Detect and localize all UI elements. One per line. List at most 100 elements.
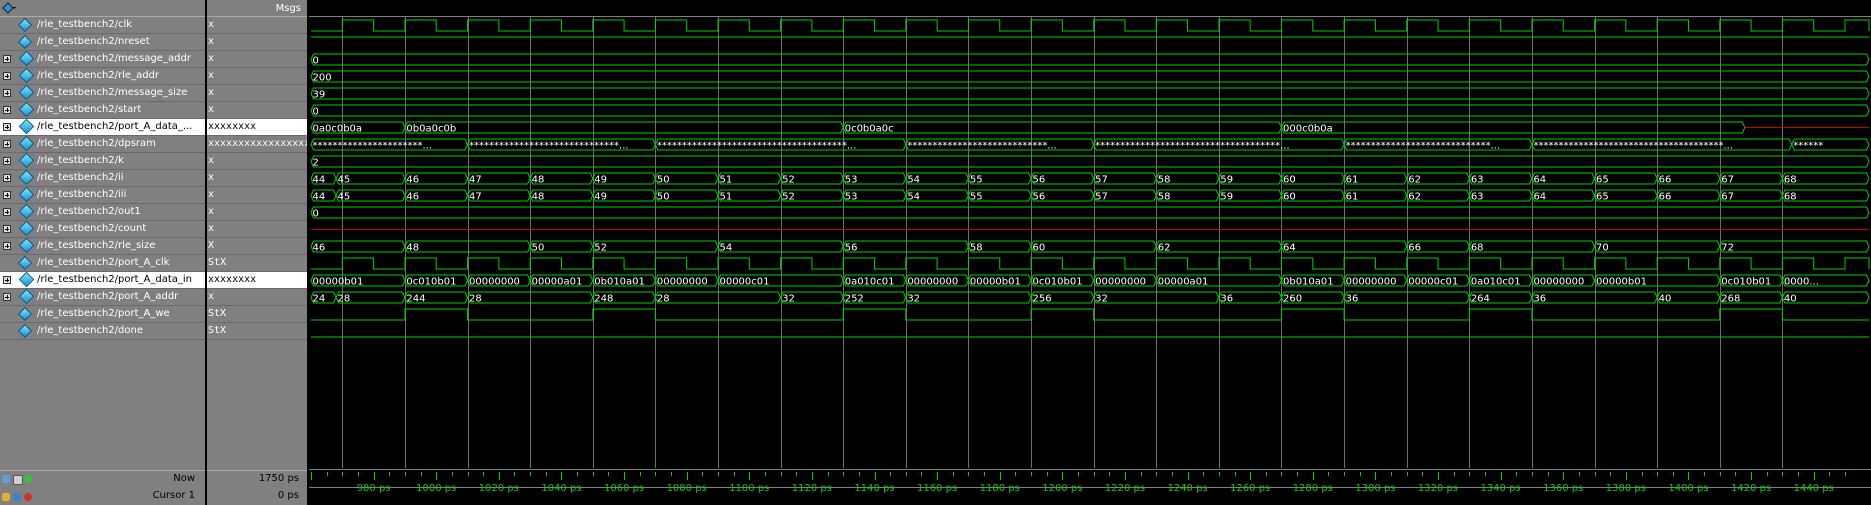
bus-value-label: 00000000 (469, 277, 520, 288)
signal-name-row[interactable]: /rle_testbench2/port_A_data_in (0, 272, 205, 289)
signal-value[interactable]: x (207, 34, 307, 51)
expand-plus-icon[interactable] (3, 89, 11, 97)
expand-plus-icon[interactable] (3, 293, 11, 301)
bus-value-label: 64 (1533, 175, 1546, 186)
delete-cursor-icon[interactable] (24, 493, 32, 501)
bus-value-label: 32 (907, 294, 920, 305)
signal-value[interactable]: x (207, 85, 307, 102)
signal-name-row[interactable]: /rle_testbench2/iii (0, 187, 205, 204)
expand-plus-icon[interactable] (3, 106, 11, 114)
bus-value-label: 56 (1033, 192, 1046, 203)
expand-plus-icon[interactable] (3, 72, 11, 80)
expand-plus-icon[interactable] (3, 225, 11, 233)
bus-value-label: 00000a01 (1158, 277, 1209, 288)
bus-value-label: 59 (1220, 175, 1233, 186)
bus-value-label: 46 (406, 175, 419, 186)
bus-value-label: 50 (657, 192, 670, 203)
wave-zoom-icon[interactable] (2, 475, 10, 483)
expand-plus-icon[interactable] (3, 157, 11, 165)
expand-plus-icon[interactable] (3, 140, 11, 148)
signal-add-icon[interactable] (2, 2, 16, 14)
signal-value[interactable]: x (207, 17, 307, 34)
expand-plus-icon[interactable] (3, 174, 11, 182)
signal-name-row[interactable]: /rle_testbench2/count (0, 221, 205, 238)
signal-value[interactable]: x (207, 187, 307, 204)
signal-name-row[interactable]: /rle_testbench2/nreset (0, 34, 205, 51)
signal-name-row[interactable]: /rle_testbench2/message_addr (0, 51, 205, 68)
signal-value[interactable]: xxxxxxxx (207, 272, 307, 289)
bus-segment (1468, 240, 1596, 253)
signal-name-row[interactable]: /rle_testbench2/out1 (0, 204, 205, 221)
signal-value[interactable]: x (207, 68, 307, 85)
edit-cursor-icon[interactable] (13, 493, 21, 501)
msgs-header: Msgs (207, 0, 307, 17)
signal-name-row[interactable]: /rle_testbench2/k (0, 153, 205, 170)
signal-value[interactable]: x (207, 51, 307, 68)
signal-name-row[interactable]: /rle_testbench2/clk (0, 17, 205, 34)
timeline-label: 1220 ps (1105, 483, 1145, 494)
now-label: Now (173, 473, 195, 484)
waveform-canvas[interactable]: 0 200 39 0 0a0c0b0a 0b0a0c0b 0c0b0a0c 000c0b0a *… (309, 0, 1871, 505)
bus-value-label: 268 (1721, 294, 1740, 305)
signal-diamond-icon (17, 255, 33, 271)
expand-plus-icon[interactable] (3, 123, 11, 131)
waveform-pane[interactable]: 0 200 39 0 0a0c0b0a 0b0a0c0b 0c0b0a0c 000c0b0a *… (309, 0, 1871, 505)
signal-name-row[interactable]: /rle_testbench2/port_A_we (0, 306, 205, 323)
clock-wave (311, 257, 1870, 270)
signal-value[interactable]: x (207, 102, 307, 119)
signal-name-row[interactable]: /rle_testbench2/start (0, 102, 205, 119)
timeline-label: 1440 ps (1794, 483, 1834, 494)
bus-value-label: 260 (1283, 294, 1302, 305)
timeline-label: 1240 ps (1167, 483, 1207, 494)
bus-segment (310, 53, 1870, 66)
signal-name-row[interactable]: /rle_testbench2/message_size (0, 85, 205, 102)
bus-value-label: 00000000 (657, 277, 708, 288)
signal-diamond-icon (17, 323, 33, 339)
bus-segment (842, 240, 969, 253)
signal-diamond-icon (17, 17, 33, 33)
signal-name-row[interactable]: /rle_testbench2/port_A_addr (0, 289, 205, 306)
bus-value-label: 58 (1158, 192, 1171, 203)
signal-value[interactable]: xxxxxxxxxxxxxxxxx (207, 136, 307, 153)
signal-name-row[interactable]: /rle_testbench2/rle_addr (0, 68, 205, 85)
bus-value-label: 46 (313, 243, 326, 254)
expand-plus-icon[interactable] (3, 55, 11, 63)
expand-plus-icon[interactable] (3, 242, 11, 250)
signal-value[interactable]: x (207, 289, 307, 306)
signal-name-row[interactable]: /rle_testbench2/dpsram (0, 136, 205, 153)
signal-value[interactable]: X (207, 238, 307, 255)
signal-name-row[interactable]: /rle_testbench2/rle_size (0, 238, 205, 255)
expand-plus-icon[interactable] (3, 208, 11, 216)
signal-value[interactable]: StX (207, 255, 307, 272)
bus-value-label: 61 (1346, 175, 1359, 186)
bus-segment (1280, 121, 1746, 134)
add-cursor-icon[interactable] (24, 475, 32, 483)
wave-header-strip (309, 0, 1871, 16)
signal-name-row[interactable]: /rle_testbench2/port_A_data_... (0, 119, 205, 136)
signal-value[interactable]: x (207, 153, 307, 170)
bus-value-label: 52 (594, 243, 607, 254)
clock-wave (311, 19, 1870, 32)
signal-value[interactable]: x (207, 221, 307, 238)
signal-value[interactable]: StX (207, 323, 307, 340)
wave-list-icon[interactable] (13, 475, 23, 485)
signal-name-row[interactable]: /rle_testbench2/ii (0, 170, 205, 187)
expand-plus-icon[interactable] (3, 191, 11, 199)
bus-value-label: 68 (1784, 192, 1797, 203)
timeline-label: 1320 ps (1418, 483, 1458, 494)
timeline-label: 1360 ps (1543, 483, 1583, 494)
signal-value[interactable]: x (207, 204, 307, 221)
bus-value-label: **********************... (313, 141, 433, 152)
bus-value-label: 62 (1408, 192, 1421, 203)
bus-value-label: 0c010b01 (406, 277, 456, 288)
expand-plus-icon[interactable] (3, 276, 11, 284)
signal-name: /rle_testbench2/start (37, 104, 142, 115)
signal-value[interactable]: StX (207, 306, 307, 323)
signal-value[interactable]: x (207, 170, 307, 187)
signal-name-row[interactable]: /rle_testbench2/port_A_clk (0, 255, 205, 272)
signal-name-row[interactable]: /rle_testbench2/done (0, 323, 205, 340)
bus-value-label: 48 (406, 243, 419, 254)
signal-value[interactable]: xxxxxxxx (207, 119, 307, 136)
lock-icon[interactable] (2, 493, 10, 501)
bus-value-label: 36 (1220, 294, 1233, 305)
